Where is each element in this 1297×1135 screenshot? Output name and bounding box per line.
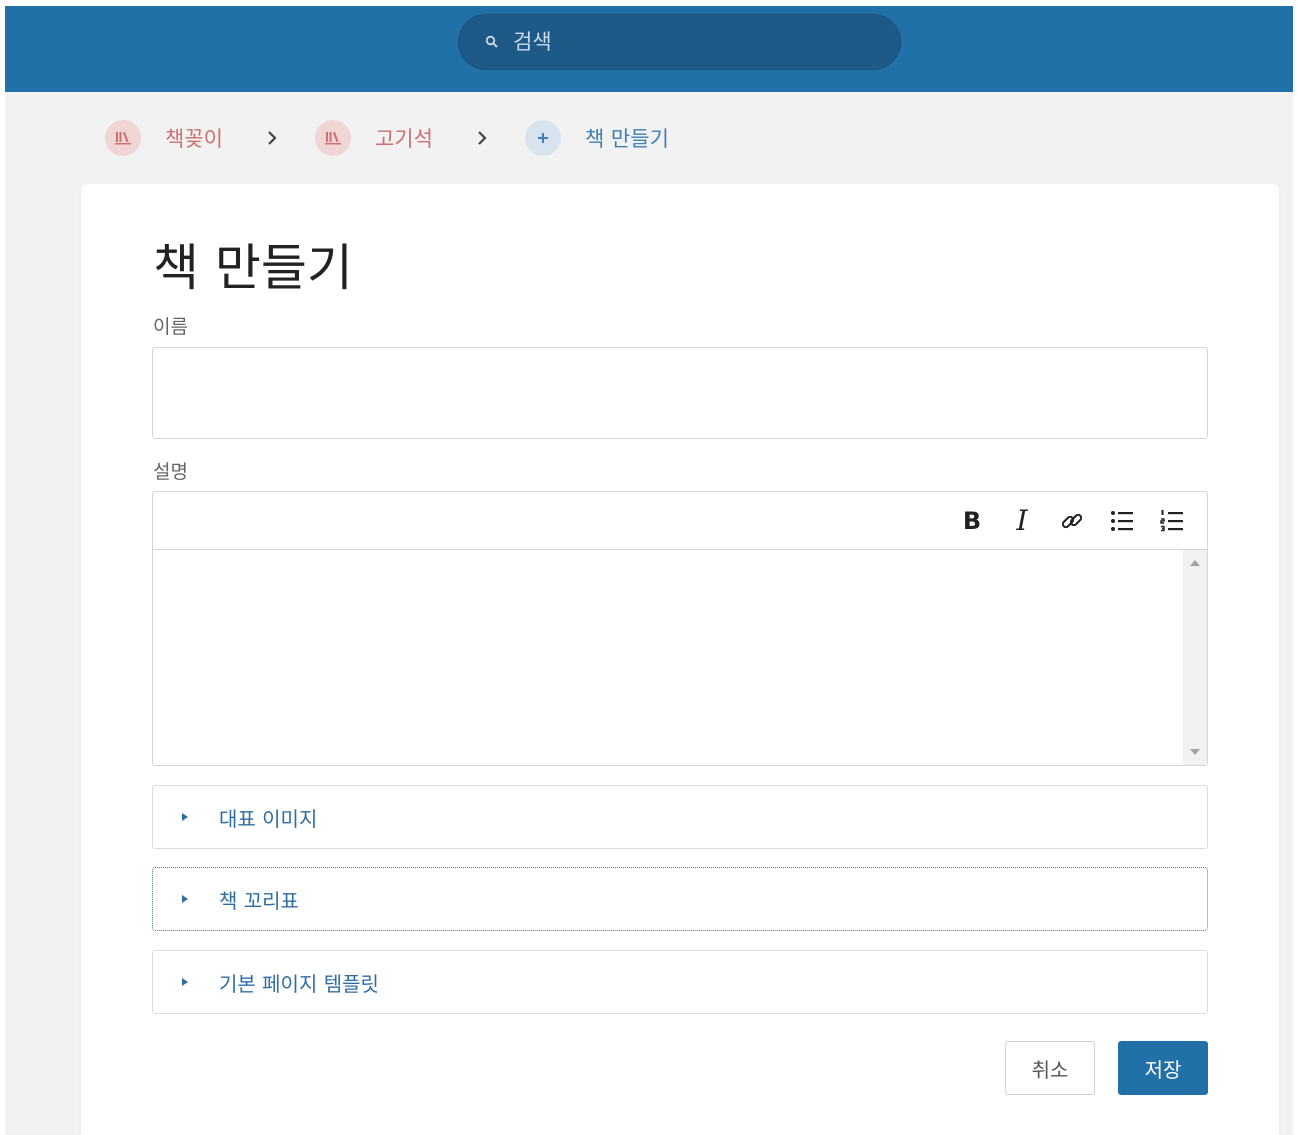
- description-editor: B I: [152, 491, 1208, 766]
- italic-icon[interactable]: I: [1007, 504, 1037, 537]
- caret-right-icon: [182, 813, 188, 821]
- scroll-down-icon[interactable]: [1190, 749, 1200, 755]
- section-default-page-template[interactable]: 기본 페이지 템플릿: [152, 950, 1208, 1014]
- breadcrumb-item-shelf[interactable]: 고기석: [314, 120, 433, 156]
- search-box[interactable]: [458, 14, 901, 70]
- cancel-button[interactable]: 취소: [1005, 1041, 1095, 1095]
- page-title: 책 만들기: [153, 239, 353, 297]
- section-book-tags[interactable]: 책 꼬리표: [152, 867, 1208, 931]
- bullet-list-icon[interactable]: [1107, 506, 1137, 536]
- section-label: 대표 이미지: [219, 806, 318, 831]
- name-field[interactable]: [152, 347, 1208, 439]
- bookshelf-icon: [314, 120, 351, 156]
- breadcrumb-item-bookshelves[interactable]: 책꽂이: [105, 120, 223, 156]
- breadcrumb: 책꽂이 고기석 책 만들기: [105, 118, 669, 158]
- name-label: 이름: [153, 316, 188, 338]
- create-book-card: 책 만들기 이름 설명 B I 대표 이미지 책 꼬리표 기본 페이지 템플릿 …: [81, 184, 1279, 1135]
- breadcrumb-label: 책꽂이: [165, 127, 223, 151]
- search-icon: [485, 35, 499, 49]
- bookshelf-icon: [105, 120, 141, 156]
- link-icon[interactable]: [1057, 506, 1087, 536]
- chevron-right-icon: [477, 130, 487, 146]
- header-bar: [5, 6, 1293, 92]
- save-button[interactable]: 저장: [1118, 1041, 1208, 1095]
- section-cover-image[interactable]: 대표 이미지: [152, 785, 1208, 849]
- caret-right-icon: [182, 895, 188, 903]
- description-label: 설명: [153, 461, 188, 483]
- plus-icon: [524, 120, 561, 156]
- chevron-right-icon: [267, 130, 277, 146]
- section-label: 기본 페이지 템플릿: [219, 971, 379, 996]
- caret-right-icon: [182, 978, 188, 986]
- section-label: 책 꼬리표: [219, 888, 299, 913]
- page-background: 책꽂이 고기석: [5, 6, 1293, 1135]
- breadcrumb-label: 고기석: [374, 127, 433, 151]
- editor-toolbar: B I: [153, 492, 1207, 550]
- editor-scrollbar[interactable]: [1183, 550, 1207, 765]
- numbered-list-icon[interactable]: [1157, 506, 1187, 536]
- bold-icon[interactable]: B: [957, 506, 987, 536]
- breadcrumb-item-create-book[interactable]: 책 만들기: [524, 120, 669, 156]
- scroll-up-icon[interactable]: [1190, 560, 1200, 566]
- breadcrumb-label: 책 만들기: [584, 127, 669, 151]
- search-input[interactable]: [511, 21, 875, 63]
- description-textarea[interactable]: [153, 550, 1183, 765]
